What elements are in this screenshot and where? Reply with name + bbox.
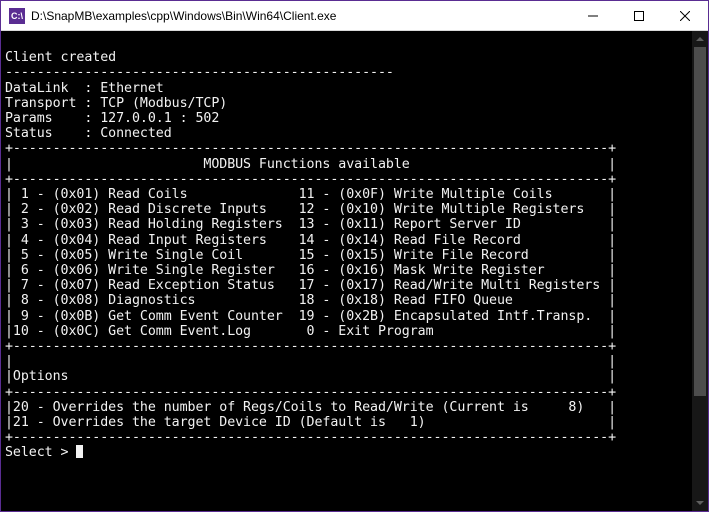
cursor — [76, 445, 83, 458]
datalink-label: DataLink : — [5, 81, 100, 96]
opt-row: |21 - Overrides the target Device ID (De… — [5, 415, 616, 430]
scroll-up-button[interactable] — [692, 31, 708, 47]
func-row: | 7 - (0x07) Read Exception Status 17 - … — [5, 278, 616, 293]
params-label: Params : — [5, 111, 100, 126]
scroll-down-button[interactable] — [692, 495, 708, 511]
console-window: C:\ D:\SnapMB\examples\cpp\Windows\Bin\W… — [0, 0, 709, 512]
window-controls — [570, 1, 708, 30]
app-icon: C:\ — [9, 8, 25, 24]
line-client-created: Client created — [5, 50, 116, 65]
status-value: Connected — [100, 126, 171, 141]
prompt-text: Select > — [5, 445, 76, 460]
func-row: |10 - (0x0C) Get Comm Event.Log 0 - Exit… — [5, 324, 616, 339]
box-top: +---------------------------------------… — [5, 141, 616, 156]
func-row: | 3 - (0x03) Read Holding Registers 13 -… — [5, 217, 616, 232]
vertical-scrollbar[interactable] — [692, 31, 708, 511]
close-button[interactable] — [662, 1, 708, 30]
titlebar[interactable]: C:\ D:\SnapMB\examples\cpp\Windows\Bin\W… — [1, 1, 708, 31]
func-row: | 6 - (0x06) Write Single Register 16 - … — [5, 263, 616, 278]
box-hr: +---------------------------------------… — [5, 339, 616, 354]
line-datalink: DataLink : Ethernet — [5, 81, 164, 96]
func-row: | 1 - (0x01) Read Coils 11 - (0x0F) Writ… — [5, 187, 616, 202]
func-row: | 4 - (0x04) Read Input Registers 14 - (… — [5, 233, 616, 248]
minimize-button[interactable] — [570, 1, 616, 30]
params-value: 127.0.0.1 : 502 — [100, 111, 219, 126]
box-hr: +---------------------------------------… — [5, 172, 616, 187]
console-output[interactable]: Client created -------------------------… — [1, 31, 692, 511]
options-header: |Options | — [5, 369, 616, 384]
line-params: Params : 127.0.0.1 : 502 — [5, 111, 219, 126]
status-label: Status : — [5, 126, 100, 141]
box-empty: | | — [5, 354, 616, 369]
line-blank — [5, 35, 13, 50]
line-hr: ----------------------------------------… — [5, 65, 394, 80]
func-row: | 2 - (0x02) Read Discrete Inputs 12 - (… — [5, 202, 616, 217]
maximize-button[interactable] — [616, 1, 662, 30]
chevron-down-icon — [696, 501, 704, 505]
scrollbar-track[interactable] — [692, 47, 708, 495]
prompt-line: Select > — [5, 445, 83, 460]
box-hr: +---------------------------------------… — [5, 430, 616, 445]
console-area: Client created -------------------------… — [1, 31, 708, 511]
line-status: Status : Connected — [5, 126, 172, 141]
datalink-value: Ethernet — [100, 81, 163, 96]
window-title: D:\SnapMB\examples\cpp\Windows\Bin\Win64… — [31, 9, 570, 23]
scrollbar-thumb[interactable] — [694, 47, 706, 396]
func-row: | 5 - (0x05) Write Single Coil 15 - (0x1… — [5, 248, 616, 263]
transport-label: Transport : — [5, 96, 100, 111]
box-hr: +---------------------------------------… — [5, 385, 616, 400]
functions-header: | MODBUS Functions available | — [5, 157, 616, 172]
func-row: | 9 - (0x0B) Get Comm Event Counter 19 -… — [5, 309, 616, 324]
chevron-up-icon — [696, 37, 704, 41]
func-row: | 8 - (0x08) Diagnostics 18 - (0x18) Rea… — [5, 293, 616, 308]
line-transport: Transport : TCP (Modbus/TCP) — [5, 96, 227, 111]
transport-value: TCP (Modbus/TCP) — [100, 96, 227, 111]
opt-row: |20 - Overrides the number of Regs/Coils… — [5, 400, 616, 415]
